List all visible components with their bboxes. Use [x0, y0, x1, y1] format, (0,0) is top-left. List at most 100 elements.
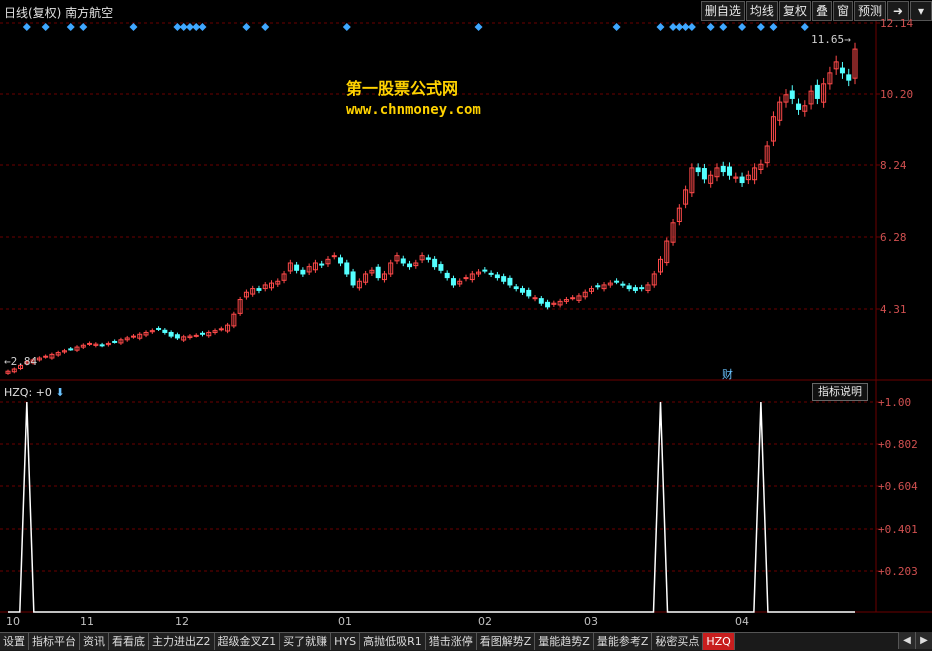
candle-down — [174, 334, 180, 339]
candle-down — [626, 285, 632, 290]
price-axis-label: 12.14 — [880, 17, 914, 30]
candle-down — [300, 269, 306, 275]
remove-watchlist-button[interactable]: 删自选 — [700, 1, 745, 21]
time-axis-label: 03 — [584, 615, 598, 628]
signal-diamond — [756, 23, 765, 31]
signal-diamond — [687, 23, 696, 31]
signal-diamond — [342, 23, 351, 31]
candle-down — [727, 166, 733, 176]
candle-down — [701, 168, 707, 180]
chart-canvas — [0, 18, 932, 613]
candle-down — [526, 289, 532, 297]
signal-diamond — [22, 23, 31, 31]
tab-liejizhangting[interactable]: 猎击涨停 — [425, 633, 477, 650]
tab-liangnengcankao[interactable]: 量能参考Z — [593, 633, 653, 650]
signal-diamond — [769, 23, 778, 31]
tab-chaojijincha[interactable]: 超级金叉Z1 — [214, 633, 281, 650]
candle-down — [494, 274, 500, 279]
indicator-axis-label: +1.00 — [878, 396, 912, 409]
candle-down — [789, 90, 795, 99]
price-axis-label: 8.24 — [880, 159, 907, 172]
candle-down — [507, 277, 513, 286]
candle-down — [199, 332, 205, 335]
candle-up — [130, 335, 136, 338]
signal-diamond — [41, 23, 50, 31]
candle-down — [156, 327, 162, 330]
signal-diamond — [242, 23, 251, 31]
candle-up — [570, 297, 576, 300]
signal-diamond — [706, 23, 715, 31]
candle-down — [432, 258, 438, 268]
signal-diamond — [474, 23, 483, 31]
lowest-price-label: ←2.84 — [4, 355, 38, 368]
moving-average-button[interactable]: 均线 — [745, 1, 778, 21]
candle-down — [482, 269, 488, 272]
tab-hys[interactable]: HYS — [331, 633, 361, 650]
candle-down — [112, 340, 118, 343]
candle-up — [218, 328, 224, 331]
tab-kantujieshi[interactable]: 看图解势Z — [476, 633, 536, 650]
candle-down — [338, 257, 344, 264]
candle-down — [450, 278, 456, 286]
candle-down — [99, 344, 105, 347]
candle-up — [331, 255, 337, 258]
time-axis-label: 02 — [478, 615, 492, 628]
highest-price-label: 11.65→ — [811, 33, 851, 46]
candle-down — [839, 67, 845, 74]
window-button[interactable]: 窗 — [832, 1, 853, 21]
tab-mimimaidian[interactable]: 秘密买点 — [652, 633, 704, 650]
adjust-price-button[interactable]: 复权 — [778, 1, 811, 21]
indicator-description-button[interactable]: 指标说明 — [812, 383, 868, 401]
candle-down — [545, 301, 551, 308]
signal-diamonds — [22, 23, 809, 31]
candle-down — [513, 286, 519, 290]
signal-diamond — [66, 23, 75, 31]
candle-up — [532, 297, 538, 300]
candle-down — [256, 288, 262, 291]
signal-diamond — [738, 23, 747, 31]
candle-up — [193, 334, 199, 337]
candle-down — [632, 287, 638, 291]
tab-gaopaodixi[interactable]: 高抛低吸R1 — [360, 633, 426, 650]
tab-hzq[interactable]: HZQ — [703, 633, 735, 650]
news-marker[interactable]: 财 — [722, 366, 733, 382]
tab-liangnengqushi[interactable]: 量能趋势Z — [535, 633, 594, 650]
time-axis-label: 10 — [6, 615, 20, 628]
candle-down — [620, 283, 626, 286]
indicator-name: HZQ: +0 ⬇ — [4, 386, 65, 399]
overlay-button[interactable]: 叠 — [811, 1, 832, 21]
signal-diamond — [79, 23, 88, 31]
tab-kankandi[interactable]: 看看底 — [109, 633, 149, 650]
hzq-indicator-line — [8, 401, 855, 613]
tab-scroll-left-icon[interactable]: ◀ — [898, 632, 915, 649]
signal-diamond — [719, 23, 728, 31]
candle-up — [87, 342, 93, 345]
candle-down — [796, 103, 802, 110]
tab-mailejiuzhuan[interactable]: 买了就赚 — [280, 633, 332, 650]
candle-down — [319, 263, 325, 266]
candle-up — [463, 277, 469, 280]
candle-down — [846, 74, 852, 81]
price-axis-label: 6.28 — [880, 231, 907, 244]
candle-down — [294, 264, 300, 271]
tab-news[interactable]: 资讯 — [80, 633, 109, 650]
candle-down — [720, 165, 726, 173]
watermark-url: www.chnmoney.com — [346, 102, 481, 118]
signal-diamond — [656, 23, 665, 31]
candle-down — [488, 272, 494, 275]
indicator-axis-label: +0.604 — [878, 480, 918, 493]
time-axis-label: 12 — [175, 615, 189, 628]
dropdown-icon[interactable]: ▾ — [910, 1, 932, 21]
candle-down — [162, 329, 168, 333]
candle-down — [168, 331, 174, 337]
watermark-title: 第一股票公式网 — [346, 79, 459, 98]
chart-title: 日线(复权) 南方航空 — [4, 6, 114, 20]
tab-scroll-right-icon[interactable]: ▶ — [915, 632, 932, 649]
tab-scroll: ◀ ▶ — [898, 632, 932, 650]
tab-settings[interactable]: 设置 — [0, 633, 29, 650]
signal-diamond — [612, 23, 621, 31]
tab-zhulijinchu[interactable]: 主力进出Z2 — [149, 633, 215, 650]
candle-down — [425, 257, 431, 260]
tab-indicator-platform[interactable]: 指标平台 — [29, 633, 80, 650]
time-axis-label: 04 — [735, 615, 749, 628]
